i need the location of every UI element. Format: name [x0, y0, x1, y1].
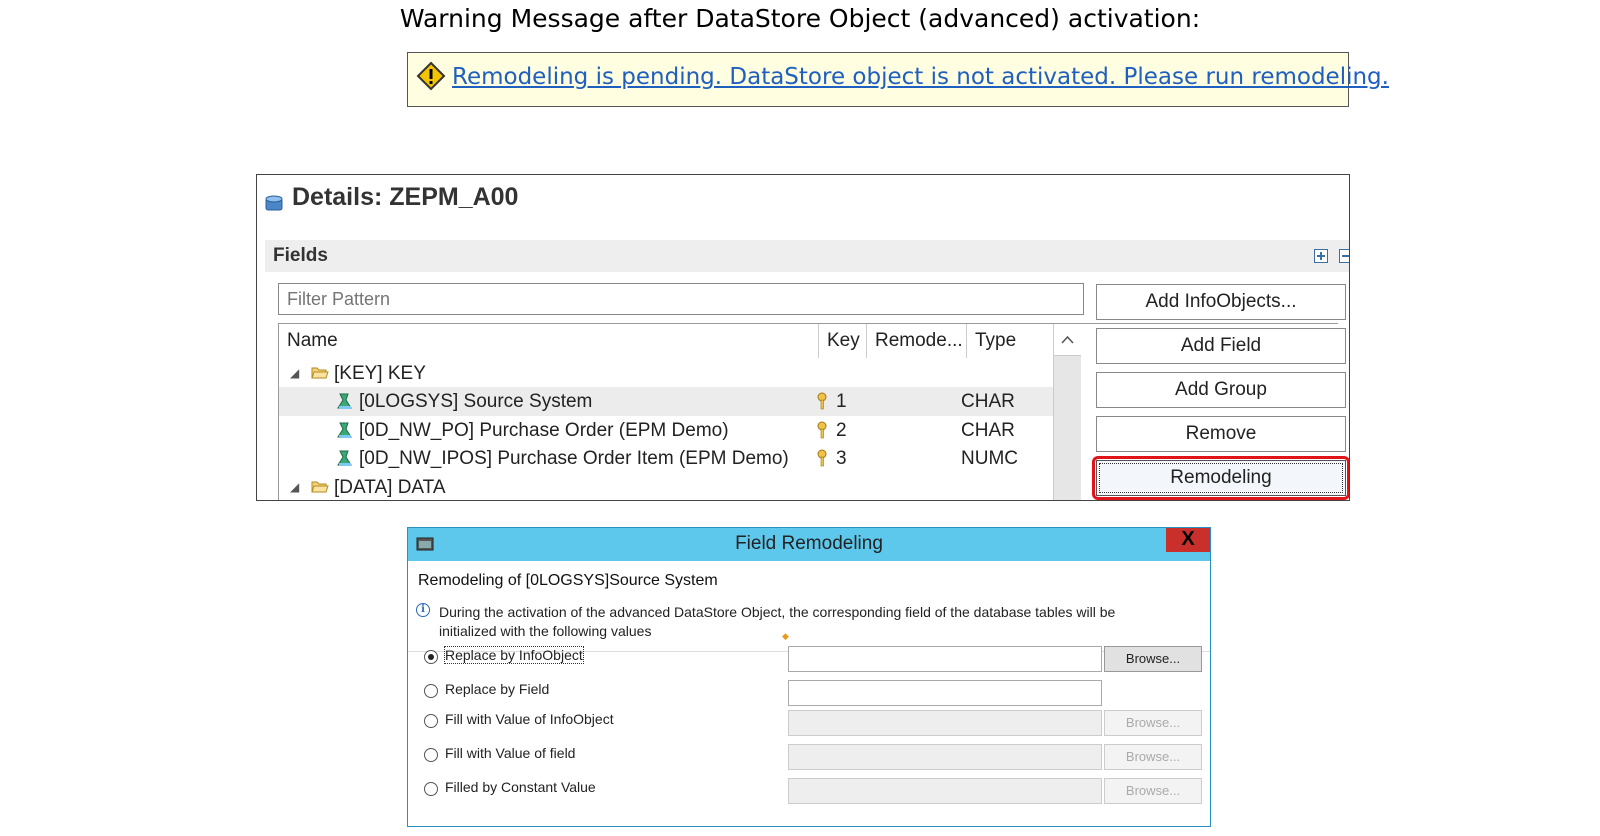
browse-value-field-button: Browse...: [1104, 744, 1202, 770]
tree-row-key-group[interactable]: ◢ [KEY] KEY: [279, 359, 1053, 388]
field-remodeling-dialog: Field Remodeling X Remodeling of [0LOGSY…: [407, 527, 1211, 827]
radio-fill-value-field[interactable]: [424, 748, 438, 762]
type-value: NUMC: [961, 448, 1018, 469]
option-label-fill-value-field[interactable]: Fill with Value of field: [445, 745, 575, 761]
tree-expanded-icon[interactable]: ◢: [290, 473, 299, 500]
info-icon: i: [416, 603, 430, 617]
tree-row-label: [0D_NW_PO] Purchase Order (EPM Demo): [359, 420, 729, 441]
constant-value-input: [788, 778, 1102, 804]
add-group-button[interactable]: Add Group: [1096, 372, 1346, 408]
key-icon: [817, 421, 827, 439]
details-panel: Details: ZEPM_A00 Fields Name Key Remode…: [256, 174, 1350, 501]
filter-pattern-input[interactable]: [278, 283, 1084, 315]
database-icon: [265, 195, 283, 211]
details-title: Details: ZEPM_A00: [292, 183, 519, 211]
close-button[interactable]: X: [1166, 528, 1210, 552]
dialog-titlebar[interactable]: Field Remodeling X: [408, 528, 1210, 561]
dialog-title: Field Remodeling: [735, 533, 883, 554]
chevron-up-icon: [1061, 335, 1074, 344]
warning-bar: Remodeling is pending. DataStore object …: [407, 52, 1389, 107]
tree-row-label: [0D_NW_IPOS] Purchase Order Item (EPM De…: [359, 448, 789, 469]
infoobject-icon: [337, 450, 352, 466]
infoobject-icon: [337, 393, 352, 409]
key-icon: [817, 392, 827, 410]
value-infoobject-input: [788, 710, 1102, 736]
column-header-key[interactable]: Key: [819, 324, 867, 358]
info-text: During the activation of the advanced Da…: [439, 604, 1116, 639]
tree-row-label: [KEY] KEY: [334, 363, 426, 384]
option-label-constant-value[interactable]: Filled by Constant Value: [445, 779, 596, 795]
add-field-button[interactable]: Add Field: [1096, 328, 1346, 364]
type-value: CHAR: [961, 391, 1015, 412]
key-value: 1: [836, 391, 847, 412]
value-field-input: [788, 744, 1102, 770]
tree-expanded-icon[interactable]: ◢: [290, 359, 299, 388]
infoobject-input[interactable]: [788, 646, 1102, 672]
remodeling-button[interactable]: Remodeling: [1096, 460, 1346, 496]
option-label-replace-by-field[interactable]: Replace by Field: [445, 681, 549, 697]
radio-constant-value[interactable]: [424, 782, 438, 796]
fields-label: Fields: [273, 245, 328, 266]
column-header-type[interactable]: Type: [967, 324, 1053, 358]
add-infoobjects-button[interactable]: Add InfoObjects...: [1096, 284, 1346, 320]
type-value: CHAR: [961, 420, 1015, 441]
remove-button[interactable]: Remove: [1096, 416, 1346, 452]
warning-message-link[interactable]: Remodeling is pending. DataStore object …: [452, 64, 1389, 90]
radio-fill-value-infoobject[interactable]: [424, 714, 438, 728]
radio-replace-by-field[interactable]: [424, 684, 438, 698]
expand-all-icon[interactable]: [1314, 249, 1328, 263]
folder-open-icon: [311, 367, 329, 379]
option-label-fill-value-infoobject[interactable]: Fill with Value of InfoObject: [445, 711, 614, 727]
radio-replace-by-infoobject[interactable]: [424, 650, 438, 664]
dialog-header: Remodeling of [0LOGSYS]Source System i D…: [408, 561, 1210, 652]
tree-row-0logsys[interactable]: [0LOGSYS] Source System 1 CHAR: [279, 387, 1053, 416]
tree-row-label: [DATA] DATA: [334, 477, 446, 498]
column-header-name[interactable]: Name: [279, 324, 819, 358]
dialog-subtitle: Remodeling of [0LOGSYS]Source System: [418, 572, 718, 589]
browse-value-infoobject-button: Browse...: [1104, 710, 1202, 736]
column-header-remodeling[interactable]: Remode...: [867, 324, 967, 358]
key-value: 3: [836, 448, 847, 469]
radio-selected-dot: [428, 654, 434, 660]
warning-diamond-icon: [416, 61, 446, 91]
key-value: 2: [836, 420, 847, 441]
browse-infoobject-button[interactable]: Browse...: [1104, 646, 1202, 672]
key-icon: [817, 449, 827, 467]
field-input[interactable]: [788, 680, 1102, 706]
page-heading: Warning Message after DataStore Object (…: [399, 4, 1201, 33]
tree-row-data-group[interactable]: ◢ [DATA] DATA: [279, 473, 1053, 500]
tree-row-label: [0LOGSYS] Source System: [359, 391, 593, 412]
fields-section-header: Fields: [265, 240, 1349, 272]
option-label-replace-by-infoobject[interactable]: Replace by InfoObject: [444, 646, 584, 664]
scroll-up-button[interactable]: [1054, 324, 1081, 356]
collapse-all-icon[interactable]: [1339, 249, 1349, 263]
tree-row-0d-nw-po[interactable]: [0D_NW_PO] Purchase Order (EPM Demo) 2 C…: [279, 416, 1053, 445]
folder-open-icon: [311, 481, 329, 493]
browse-constant-value-button: Browse...: [1104, 778, 1202, 804]
vertical-scrollbar[interactable]: [1053, 324, 1081, 500]
required-indicator-icon: ◆: [782, 631, 789, 641]
infoobject-icon: [337, 422, 352, 438]
tree-row-0d-nw-ipos[interactable]: [0D_NW_IPOS] Purchase Order Item (EPM De…: [279, 444, 1053, 473]
